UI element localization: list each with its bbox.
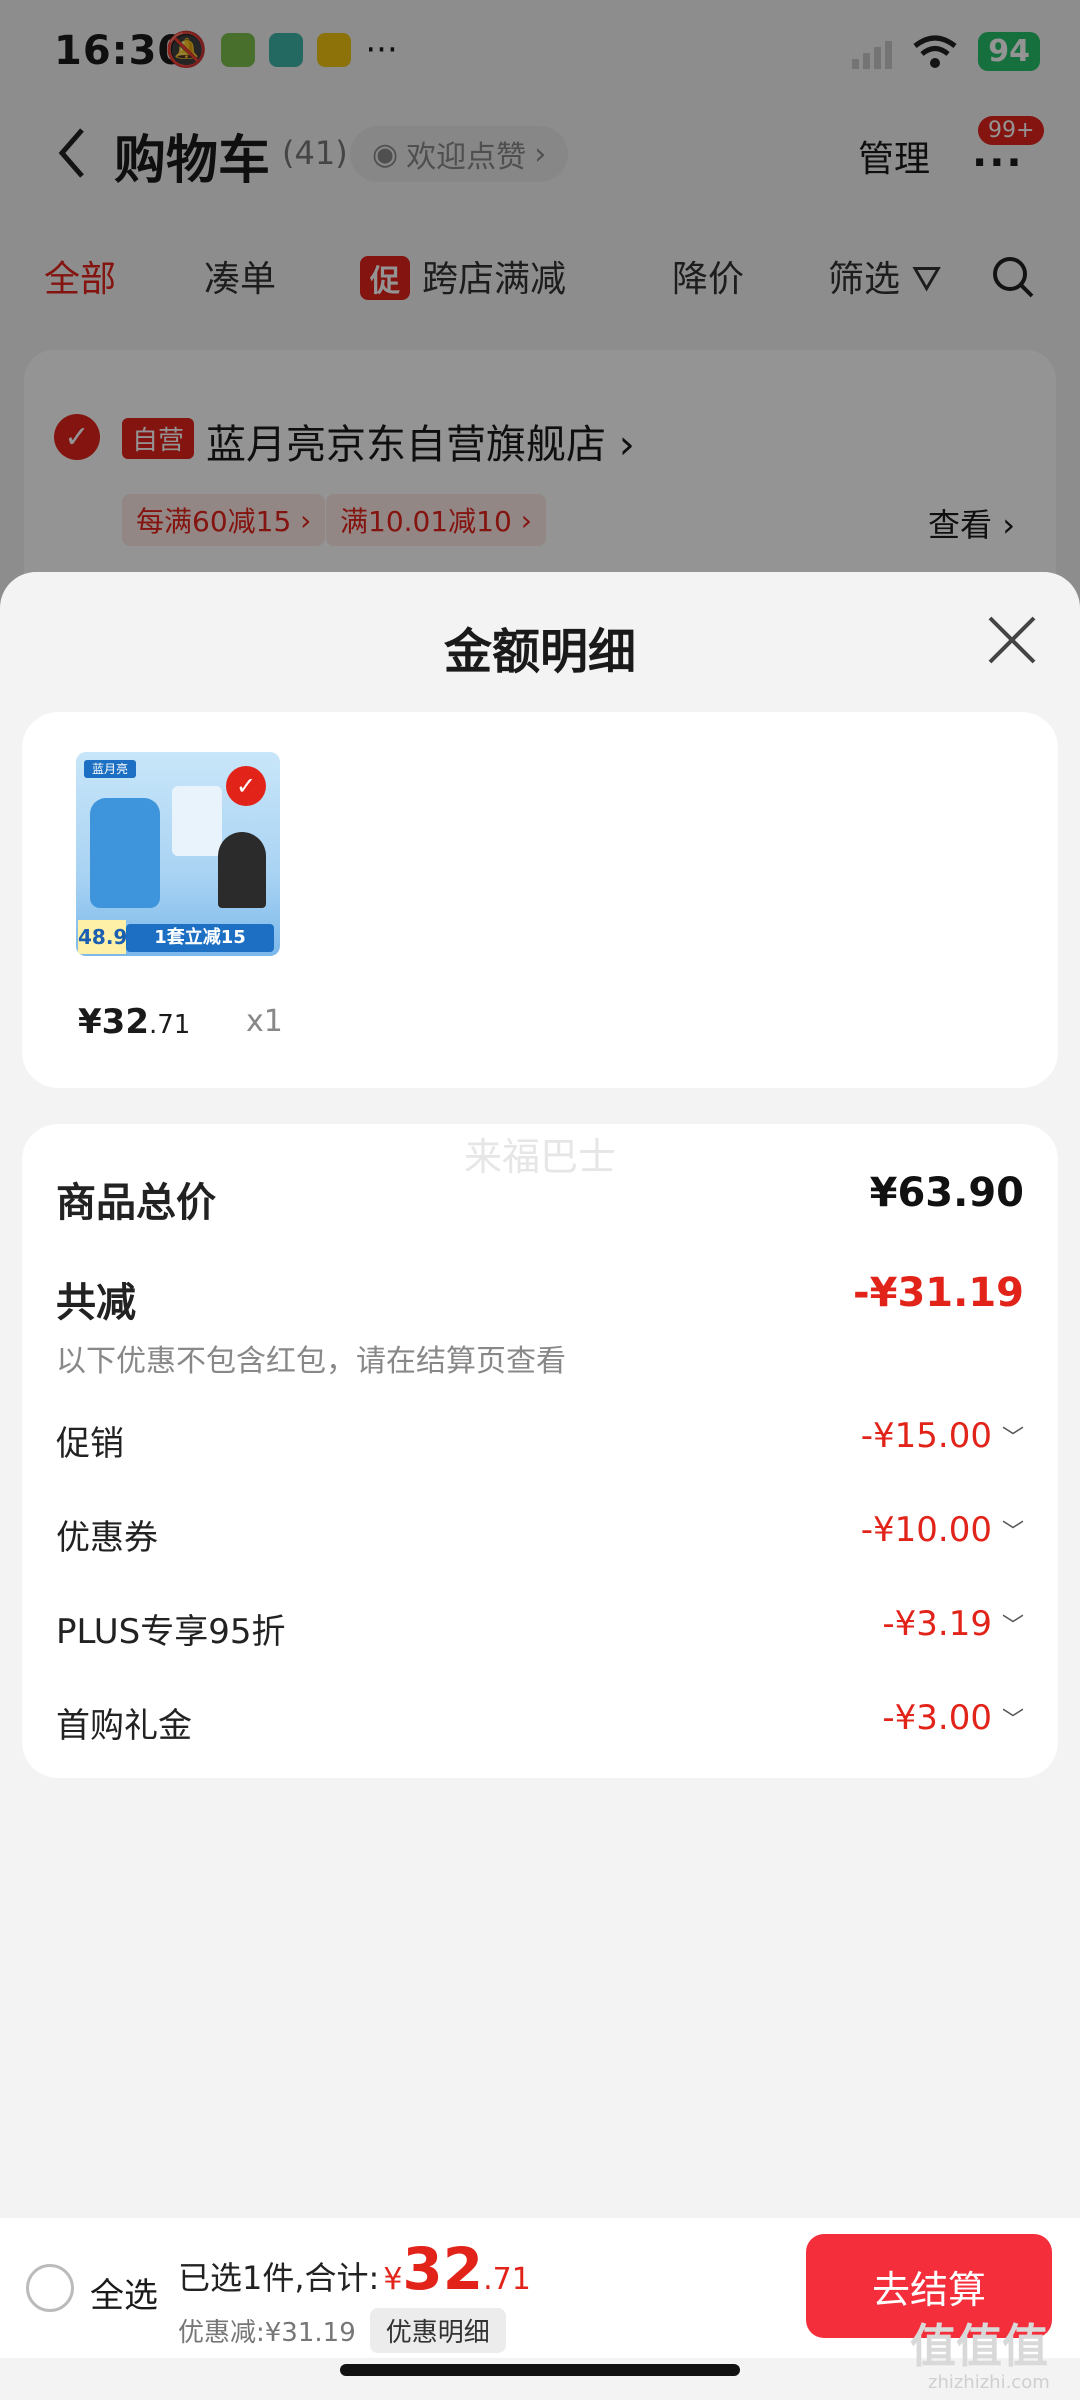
chevron-down-icon: ﹀ — [1001, 1614, 1024, 1639]
total-amount-int: 32 — [402, 2235, 484, 2303]
image-promo-banner: 1套立减15 — [126, 924, 274, 952]
price-detail-card: 来福巴士 商品总价 ¥63.90 共减 -¥31.19 以下优惠不包含红包，请在… — [22, 1124, 1058, 1778]
image-price: 48.9 — [78, 920, 127, 954]
total-yen: ¥ — [383, 2262, 403, 2297]
close-icon[interactable] — [984, 612, 1040, 668]
coupon-row-value: -¥10.00 — [860, 1510, 992, 1550]
corner-watermark-site: zhizhizhi.com — [928, 2372, 1050, 2393]
total-summary: 已选1件,合计: ¥ 32 .71 — [178, 2240, 531, 2299]
spokesperson-figure — [218, 832, 266, 908]
select-all-radio[interactable] — [26, 2264, 74, 2312]
select-all-label[interactable]: 全选 — [90, 2268, 158, 2317]
promo-row-label: 促销 — [56, 1424, 124, 1464]
refill-pack — [172, 786, 222, 856]
discount-label: 共减 — [56, 1280, 136, 1326]
selected-check-icon: ✓ — [226, 766, 266, 806]
price-int: ¥32 — [78, 1002, 149, 1042]
home-indicator[interactable] — [340, 2364, 740, 2376]
total-amount-dec: .71 — [483, 2262, 531, 2297]
total-price-value: ¥63.90 — [869, 1170, 1024, 1216]
plus-row[interactable]: -¥3.19 ﹀ — [882, 1604, 1024, 1644]
discount-note: 以下优惠不包含红包，请在结算页查看 — [56, 1344, 566, 1379]
first-buy-row-label: 首购礼金 — [56, 1706, 192, 1746]
product-price: ¥32.71 — [78, 1002, 190, 1042]
price-dec: .71 — [148, 1010, 191, 1040]
promo-row[interactable]: -¥15.00 ﹀ — [861, 1416, 1024, 1456]
brand-logo: 蓝月亮 — [84, 760, 136, 778]
first-buy-row-value: -¥3.00 — [882, 1698, 992, 1738]
chevron-down-icon: ﹀ — [1001, 1520, 1024, 1545]
total-price-label: 商品总价 — [56, 1180, 216, 1226]
discount-summary: 优惠减:¥31.19 优惠明细 — [178, 2308, 506, 2353]
coupon-row[interactable]: -¥10.00 ﹀ — [861, 1510, 1024, 1550]
detergent-bottle — [90, 798, 160, 908]
plus-row-label: PLUS专享95折 — [56, 1612, 286, 1652]
corner-watermark-logo: 值值值 — [910, 2319, 1048, 2373]
plus-row-value: -¥3.19 — [882, 1604, 992, 1644]
promo-row-value: -¥15.00 — [860, 1416, 992, 1456]
sheet-title: 金额明细 — [443, 624, 636, 680]
amount-detail-sheet: 金额明细 蓝月亮 ✓ 48.9 1套立减15 ¥32.71 x1 来福巴士 商品… — [0, 572, 1080, 2400]
chevron-down-icon: ﹀ — [1001, 1426, 1024, 1451]
product-qty: x1 — [246, 1004, 283, 1039]
product-card: 蓝月亮 ✓ 48.9 1套立减15 ¥32.71 x1 — [22, 712, 1058, 1088]
discount-text: 优惠减:¥31.19 — [178, 2318, 356, 2348]
discount-detail-button[interactable]: 优惠明细 — [369, 2308, 506, 2353]
selected-text: 已选1件,合计: — [178, 2259, 380, 2297]
product-image[interactable]: 蓝月亮 ✓ 48.9 1套立减15 — [76, 752, 280, 956]
chevron-down-icon: ﹀ — [1001, 1708, 1024, 1733]
coupon-row-label: 优惠券 — [56, 1518, 158, 1558]
discount-value: -¥31.19 — [853, 1270, 1024, 1316]
first-buy-row[interactable]: -¥3.00 ﹀ — [882, 1698, 1024, 1738]
